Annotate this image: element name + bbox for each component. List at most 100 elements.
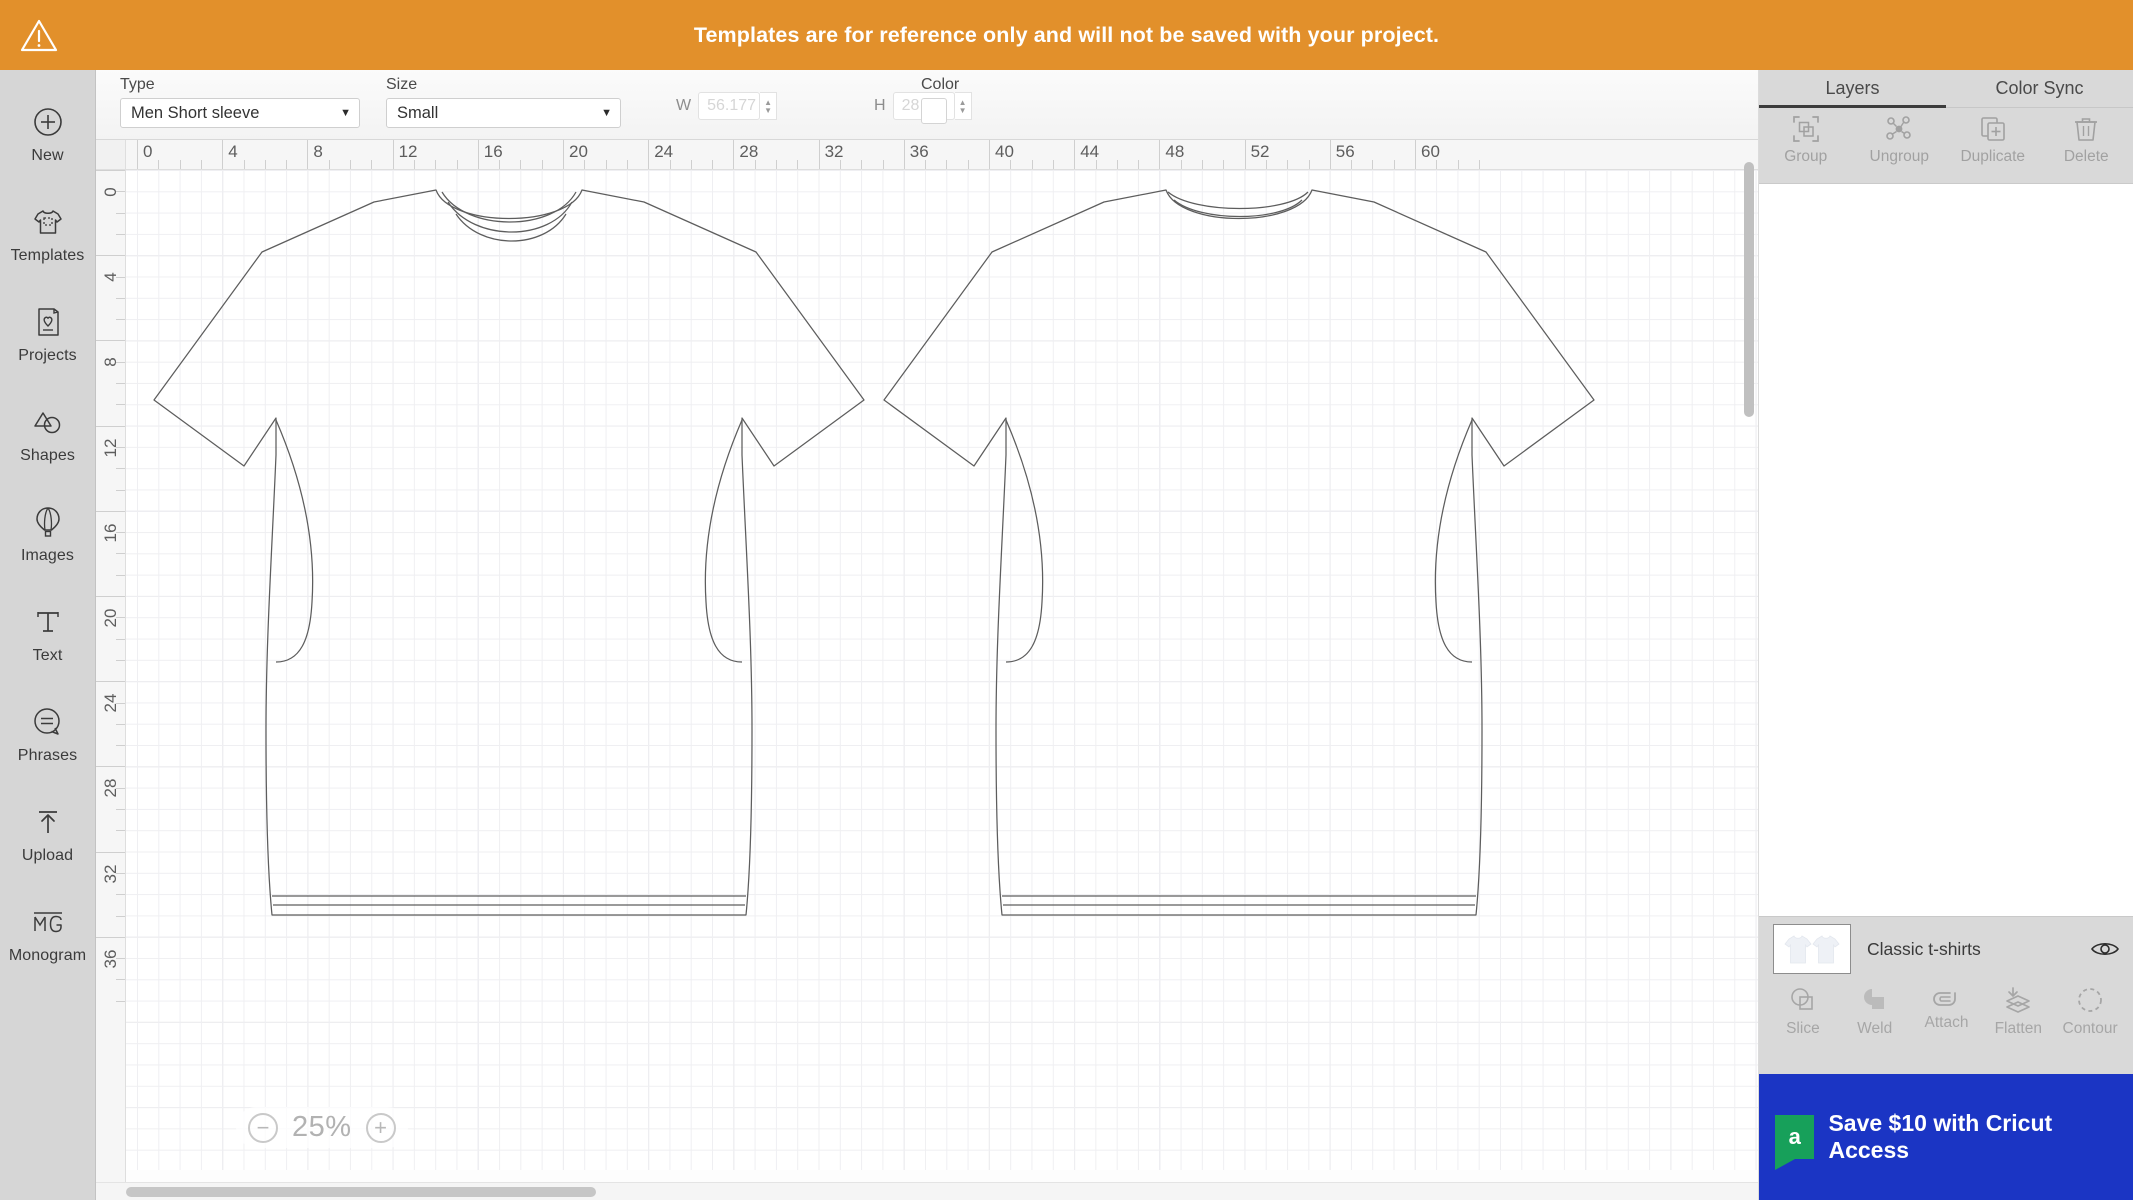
ruler-minor-tick [116, 277, 125, 278]
width-label: W [676, 97, 691, 115]
canvas-horizontal-scrollbar-thumb[interactable] [126, 1187, 596, 1197]
ruler-minor-tick [1394, 160, 1395, 169]
sidebar-item-templates[interactable]: Templates [0, 184, 96, 284]
flatten-icon [2003, 985, 2033, 1015]
ruler-minor-tick [116, 191, 125, 192]
type-field-group: Type Men Short sleeve ▼ [120, 76, 360, 128]
tshirt-template-artwork[interactable] [126, 170, 1758, 1170]
size-field-group: Size Small ▼ [386, 76, 621, 128]
plus-circle-icon[interactable]: + [366, 1113, 396, 1143]
delete-button[interactable]: Delete [2040, 114, 2133, 166]
sidebar-item-phrases[interactable]: Phrases [0, 684, 96, 784]
sidebar-item-projects[interactable]: Projects [0, 284, 96, 384]
ruler-minor-tick [116, 979, 125, 980]
tshirt-front [154, 190, 864, 915]
sidebar-item-label: Projects [18, 347, 77, 365]
shapes-icon [31, 404, 65, 440]
group-button[interactable]: Group [1759, 114, 1853, 166]
ruler-minor-tick [180, 160, 181, 169]
type-select[interactable]: Men Short sleeve ▼ [120, 98, 360, 128]
hot-air-balloon-icon [34, 504, 62, 540]
sidebar-item-label: Text [33, 647, 63, 665]
chevron-down-icon: ▼ [340, 107, 351, 119]
ruler-minor-tick [946, 160, 947, 169]
ruler-minor-tick [499, 160, 500, 169]
tool-label: Contour [2063, 1020, 2118, 1038]
ruler-minor-tick [584, 160, 585, 169]
canvas-vertical-scrollbar[interactable] [1744, 162, 1754, 417]
tab-layers[interactable]: Layers [1759, 70, 1946, 107]
ruler-minor-tick [116, 362, 125, 363]
stepper-down-icon: ▼ [764, 108, 772, 113]
flatten-button[interactable]: Flatten [1982, 985, 2054, 1038]
ruler-h-label: 12 [399, 142, 418, 162]
action-label: Delete [2064, 148, 2109, 166]
weld-button[interactable]: Weld [1839, 985, 1911, 1038]
ruler-major-tick [96, 255, 126, 256]
width-stepper[interactable]: ▲ ▼ [760, 92, 777, 120]
ruler-major-tick [1159, 140, 1160, 170]
ruler-minor-tick [116, 447, 125, 448]
trash-icon [2072, 114, 2100, 144]
layer-row[interactable]: Classic t-shirts [1759, 917, 2133, 981]
ruler-minor-tick [435, 160, 436, 169]
sidebar-item-new[interactable]: New [0, 84, 96, 184]
ruler-major-tick [137, 140, 138, 170]
sidebar-item-label: Upload [22, 847, 73, 865]
ruler-minor-tick [712, 160, 713, 169]
duplicate-icon [1978, 114, 2008, 144]
ruler-minor-tick [116, 724, 125, 725]
ruler-major-tick [393, 140, 394, 170]
ruler-h-label: 20 [569, 142, 588, 162]
eye-icon[interactable] [2090, 938, 2120, 960]
color-swatch-button[interactable] [921, 98, 947, 124]
sidebar-item-text[interactable]: Text [0, 584, 96, 684]
ruler-minor-tick [350, 160, 351, 169]
ungroup-button[interactable]: Ungroup [1853, 114, 1947, 166]
sidebar-item-upload[interactable]: Upload [0, 784, 96, 884]
ruler-minor-tick [1010, 160, 1011, 169]
sidebar-item-shapes[interactable]: Shapes [0, 384, 96, 484]
ruler-h-label: 32 [825, 142, 844, 162]
ruler-h-label: 16 [484, 142, 503, 162]
duplicate-button[interactable]: Duplicate [1946, 114, 2040, 166]
width-field-group: W 56.177 ▲ ▼ [676, 92, 777, 120]
ruler-minor-tick [840, 160, 841, 169]
design-canvas[interactable]: 04812162024283236404448525660 0481216202… [96, 140, 1758, 1200]
card-heart-icon [32, 304, 64, 340]
canvas-horizontal-scrollbar-track[interactable] [96, 1182, 1758, 1200]
template-warning-banner: Templates are for reference only and wil… [0, 0, 2133, 70]
ruler-minor-tick [116, 745, 125, 746]
ruler-major-tick [96, 937, 126, 938]
ruler-minor-tick [116, 404, 125, 405]
tool-label: Weld [1857, 1020, 1892, 1038]
ruler-major-tick [307, 140, 308, 170]
sidebar-item-label: New [31, 147, 63, 165]
size-select[interactable]: Small ▼ [386, 98, 621, 128]
ruler-major-tick [96, 340, 126, 341]
contour-button[interactable]: Contour [2054, 985, 2126, 1038]
group-icon [1791, 114, 1821, 144]
contour-dashed-circle-icon [2075, 985, 2105, 1015]
attach-button[interactable]: Attach [1911, 985, 1983, 1032]
size-label: Size [386, 76, 621, 94]
right-panel: Layers Color Sync Group [1758, 70, 2133, 1200]
cricut-design-space-window: Templates are for reference only and wil… [0, 0, 2133, 1200]
ungroup-icon [1884, 114, 1914, 144]
ruler-minor-tick [158, 160, 159, 169]
minus-circle-icon[interactable]: − [248, 1113, 278, 1143]
ruler-minor-tick [116, 916, 125, 917]
cricut-access-promo-banner[interactable]: a Save $10 with Cricut Access [1759, 1074, 2133, 1200]
ruler-minor-tick [116, 660, 125, 661]
ruler-h-label: 40 [995, 142, 1014, 162]
sidebar-item-images[interactable]: Images [0, 484, 96, 584]
ruler-minor-tick [925, 160, 926, 169]
slice-button[interactable]: Slice [1767, 985, 1839, 1038]
ruler-minor-tick [286, 160, 287, 169]
ruler-minor-tick [116, 532, 125, 533]
tab-color-sync[interactable]: Color Sync [1946, 70, 2133, 107]
stepper-up-icon: ▲ [959, 100, 967, 105]
width-input[interactable]: 56.177 [698, 92, 760, 120]
sidebar-item-monogram[interactable]: Monogram [0, 884, 96, 984]
banner-message: Templates are for reference only and wil… [0, 23, 2133, 48]
